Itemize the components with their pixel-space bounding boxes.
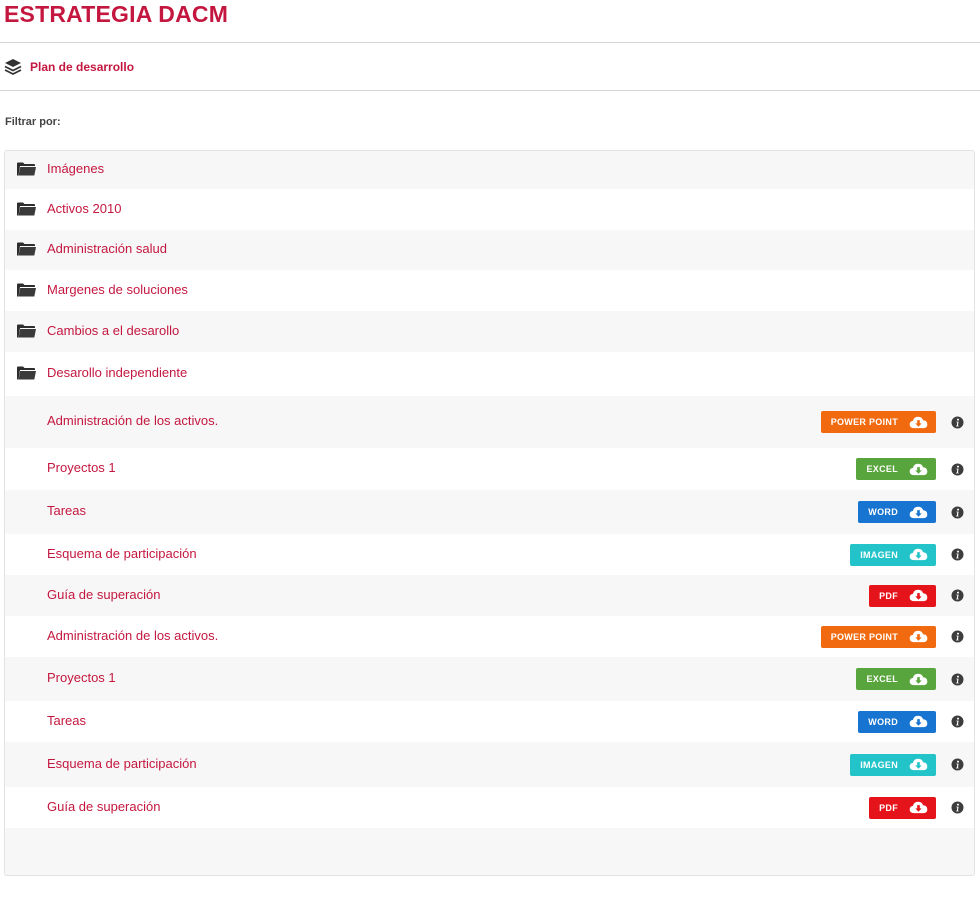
file-type-label: POWER POINT (830, 417, 898, 427)
download-button[interactable]: PDF (869, 796, 936, 819)
download-button[interactable]: EXCEL (856, 458, 936, 480)
file-type-label: EXCEL (866, 674, 898, 684)
info-icon[interactable] (951, 673, 964, 686)
folder-row[interactable]: Administración salud (5, 230, 974, 270)
info-icon[interactable] (951, 548, 964, 561)
file-label[interactable]: Proyectos 1 (47, 670, 116, 685)
download-button[interactable]: WORD (858, 710, 936, 733)
file-type-label: IMAGEN (860, 759, 898, 770)
info-icon[interactable] (951, 463, 964, 476)
file-row: Esquema de participación IMAGEN (5, 534, 974, 575)
cloud-download-icon (909, 416, 928, 428)
cloud-download-icon (909, 715, 928, 728)
info-icon[interactable] (951, 589, 964, 602)
cloud-download-icon (909, 548, 928, 561)
divider (0, 42, 980, 43)
file-row: Tareas WORD (5, 701, 974, 742)
file-type-label: PDF (879, 590, 898, 601)
file-type-label: POWER POINT (830, 631, 898, 642)
file-label[interactable]: Administración de los activos. (47, 628, 218, 643)
info-icon[interactable] (951, 715, 964, 728)
folder-label[interactable]: Imágenes (47, 161, 104, 176)
download-button[interactable]: WORD (858, 501, 936, 523)
file-type-label: WORD (868, 507, 898, 517)
file-row: Guía de superación PDF (5, 787, 974, 828)
page-title: ESTRATEGIA DACM (4, 1, 229, 27)
file-row: Proyectos 1 EXCEL (5, 448, 974, 490)
file-label[interactable]: Guía de superación (47, 587, 160, 602)
file-row: Proyectos 1 EXCEL (5, 657, 974, 701)
file-label[interactable]: Tareas (47, 713, 86, 728)
file-type-label: PDF (879, 802, 898, 813)
download-button[interactable]: EXCEL (856, 668, 936, 690)
cloud-download-icon (909, 589, 928, 602)
file-row: Administración de los activos. POWER POI… (5, 396, 974, 448)
folder-row[interactable]: Activos 2010 (5, 189, 974, 230)
file-label[interactable]: Esquema de participación (47, 756, 197, 771)
info-icon[interactable] (951, 801, 964, 814)
cloud-download-icon (909, 463, 928, 475)
folder-icon (17, 366, 36, 380)
download-button[interactable]: IMAGEN (850, 543, 936, 566)
file-type-label: WORD (868, 716, 898, 727)
folder-icon (17, 242, 36, 256)
info-icon[interactable] (951, 758, 964, 771)
folder-icon (17, 202, 36, 215)
cloud-download-icon (909, 506, 928, 518)
file-label[interactable]: Tareas (47, 503, 86, 518)
folder-row[interactable]: Margenes de soluciones (5, 270, 974, 311)
download-button[interactable]: PDF (869, 584, 936, 607)
folder-icon (17, 283, 36, 296)
file-row: Tareas WORD (5, 490, 974, 534)
file-row: Esquema de participación IMAGEN (5, 742, 974, 787)
folder-row[interactable]: Imágenes (5, 151, 974, 189)
download-button[interactable]: IMAGEN (850, 753, 936, 776)
info-icon[interactable] (951, 630, 964, 643)
info-icon[interactable] (951, 506, 964, 519)
file-label[interactable]: Esquema de participación (47, 546, 197, 561)
folder-label[interactable]: Cambios a el desarollo (47, 323, 179, 338)
info-icon[interactable] (951, 416, 964, 429)
file-label[interactable]: Proyectos 1 (47, 460, 116, 475)
file-type-label: EXCEL (866, 464, 898, 474)
file-row: Guía de superación PDF (5, 575, 974, 616)
file-label[interactable]: Guía de superación (47, 799, 160, 814)
file-label[interactable]: Administración de los activos. (47, 413, 218, 428)
file-type-label: IMAGEN (860, 549, 898, 560)
cloud-download-icon (909, 630, 928, 643)
folder-label[interactable]: Desarollo independiente (47, 365, 187, 380)
breadcrumb-label[interactable]: Plan de desarrollo (30, 60, 134, 74)
folder-icon (17, 162, 36, 176)
cloud-download-icon (909, 801, 928, 814)
folder-icon (17, 324, 36, 337)
file-row: Administración de los activos. POWER POI… (5, 616, 974, 657)
divider (0, 90, 980, 91)
folder-row[interactable]: Cambios a el desarollo (5, 311, 974, 352)
cloud-download-icon (909, 758, 928, 771)
folder-label[interactable]: Margenes de soluciones (47, 282, 188, 297)
filter-panel: Imágenes Activos 2010 Administración sal… (4, 150, 975, 876)
folder-row[interactable]: Desarollo independiente (5, 352, 974, 396)
folder-label[interactable]: Administración salud (47, 241, 167, 256)
download-button[interactable]: POWER POINT (820, 411, 936, 433)
download-button[interactable]: POWER POINT (820, 625, 936, 648)
layers-icon (4, 59, 22, 75)
breadcrumb[interactable]: Plan de desarrollo (4, 57, 134, 77)
cloud-download-icon (909, 673, 928, 685)
filter-label: Filtrar por: (5, 116, 61, 128)
folder-label[interactable]: Activos 2010 (47, 201, 121, 216)
